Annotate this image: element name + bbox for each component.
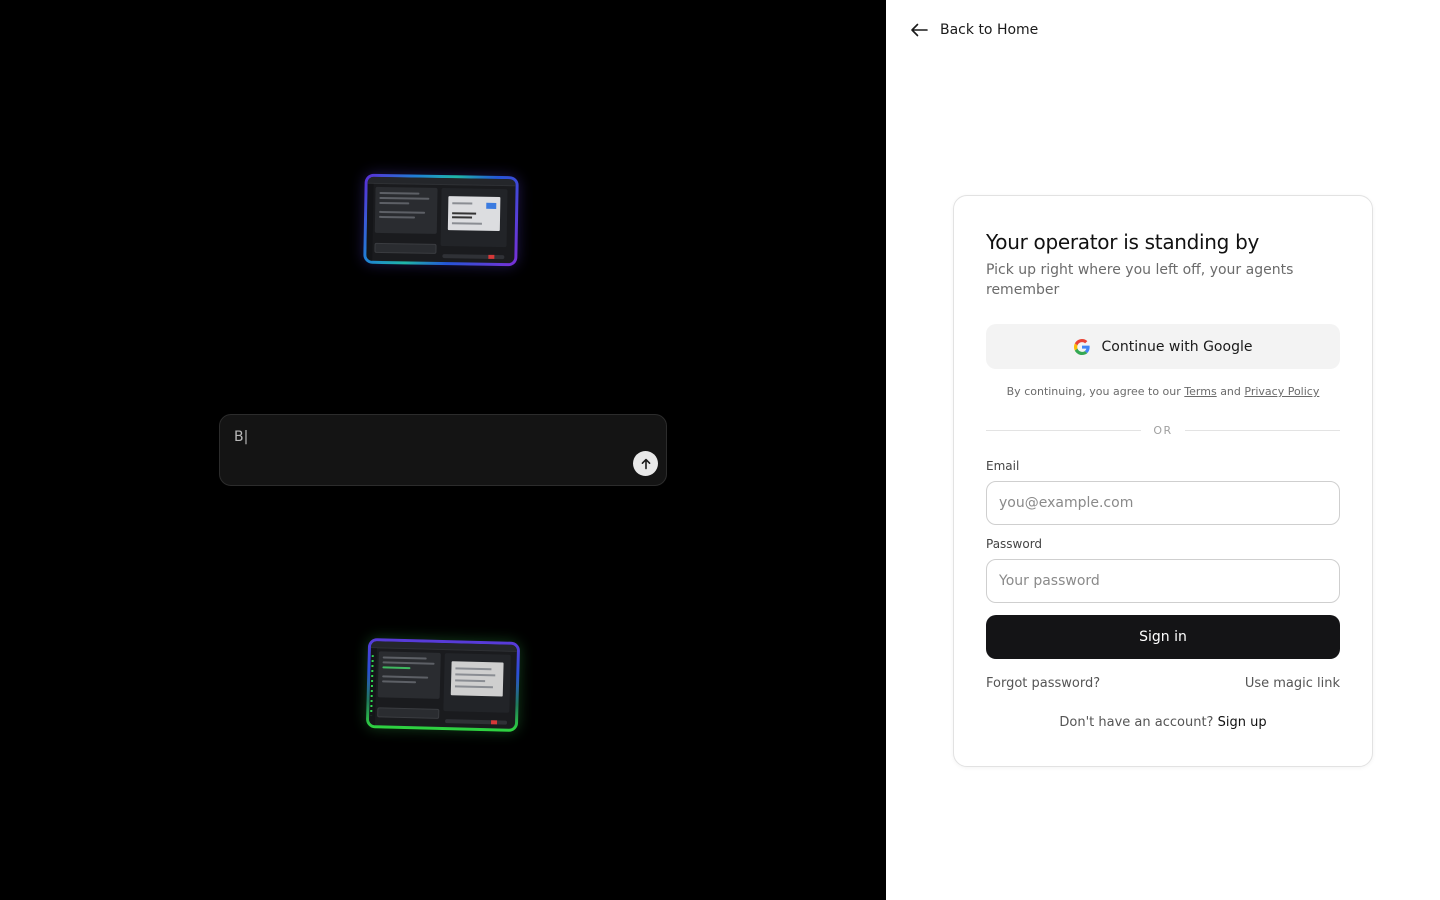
preview-card-bottom: [365, 638, 521, 732]
password-label: Password: [986, 537, 1043, 551]
legal-notice: By continuing, you agree to our Terms an…: [1006, 385, 1320, 398]
sign-up-link[interactable]: Sign up: [1218, 715, 1267, 730]
google-logo-icon: [1073, 338, 1090, 355]
magic-link-link[interactable]: Use magic link: [1245, 676, 1340, 691]
prompt-composer: [219, 414, 667, 486]
hero-panel: [0, 0, 886, 900]
email-field[interactable]: [986, 481, 1340, 525]
or-divider: OR: [986, 421, 1340, 439]
arrow-left-icon: [911, 23, 928, 37]
back-to-home-link[interactable]: Back to Home: [910, 18, 1038, 42]
auth-links: Forgot password? Use magic link: [986, 676, 1340, 691]
send-button[interactable]: [633, 451, 658, 476]
login-card: Your operator is standing by Pick up rig…: [953, 195, 1373, 767]
preview-screenshot: [366, 176, 516, 264]
arrow-up-icon: [641, 458, 650, 469]
prompt-input[interactable]: [234, 427, 614, 447]
back-label: Back to Home: [940, 22, 1039, 38]
signup-prompt: Don't have an account? Sign up: [1059, 715, 1267, 730]
preview-screenshot: [368, 641, 518, 729]
auth-panel: Back to Home Your operator is standing b…: [886, 0, 1440, 900]
email-label: Email: [986, 459, 1020, 473]
terms-link[interactable]: Terms: [1184, 385, 1216, 398]
card-subtitle: Pick up right where you left off, your a…: [986, 262, 1294, 298]
card-title: Your operator is standing by: [986, 230, 1260, 254]
google-button-label: Continue with Google: [1101, 338, 1253, 355]
sign-in-button[interactable]: Sign in: [986, 615, 1340, 659]
privacy-policy-link[interactable]: Privacy Policy: [1244, 385, 1319, 398]
continue-with-google-button[interactable]: Continue with Google: [986, 324, 1340, 369]
preview-card-top: [363, 173, 519, 267]
forgot-password-link[interactable]: Forgot password?: [986, 676, 1100, 691]
or-label: OR: [1153, 423, 1173, 437]
password-field[interactable]: [986, 559, 1340, 603]
